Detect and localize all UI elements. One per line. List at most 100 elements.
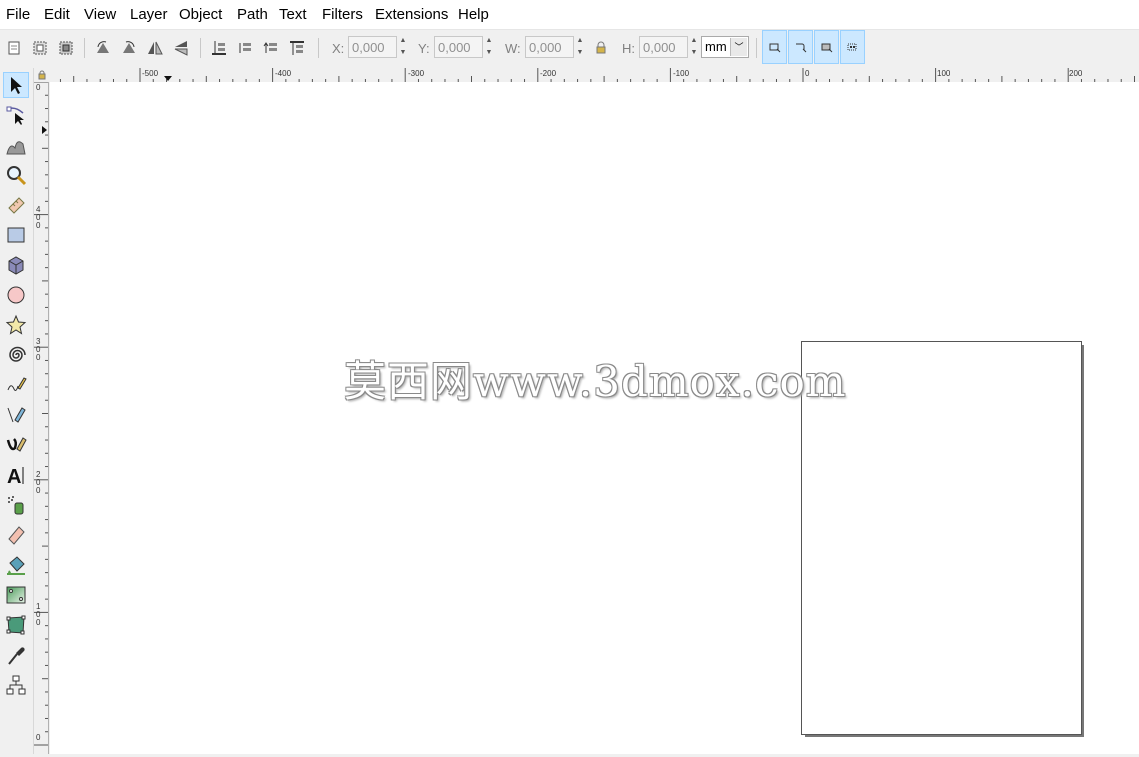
vertical-ruler[interactable]: 0 4 0 0 3 0 0 2 0 0 1 0 0 0: [34, 81, 49, 754]
y-label: Y:: [418, 41, 430, 56]
ruler-label: 0: [36, 733, 41, 742]
gradient-icon: [6, 586, 26, 604]
ellipse-tool[interactable]: [3, 282, 29, 308]
raise-to-top-icon[interactable]: [286, 37, 308, 59]
3d-box-tool[interactable]: [3, 252, 29, 278]
x-spinner[interactable]: ▲ ▼: [398, 36, 408, 58]
transform-gradients-toggle[interactable]: [814, 30, 839, 64]
lower-to-bottom-icon[interactable]: [208, 37, 230, 59]
y-field[interactable]: 0,000: [434, 36, 483, 58]
menu-edit[interactable]: Edit: [44, 6, 70, 23]
menu-file[interactable]: File: [6, 6, 30, 23]
ruler-label: 100: [937, 69, 951, 78]
w-field[interactable]: 0,000: [525, 36, 574, 58]
ruler-label: -300: [408, 69, 425, 78]
gradient-tool[interactable]: [3, 582, 29, 608]
menu-view[interactable]: View: [84, 6, 116, 23]
invert-selection-icon[interactable]: [55, 37, 77, 59]
calligraphy-icon: [6, 437, 27, 452]
ruler-corner-lock[interactable]: [34, 68, 50, 82]
zoom-tool[interactable]: [3, 162, 29, 188]
ruler-label: 4 0 0: [36, 205, 41, 230]
h-field[interactable]: 0,000: [639, 36, 688, 58]
menu-text[interactable]: Text: [279, 6, 307, 23]
scale-corners-toggle[interactable]: [788, 30, 813, 64]
w-label: W:: [505, 41, 521, 56]
lower-icon[interactable]: [234, 37, 256, 59]
connector-tool[interactable]: [3, 672, 29, 698]
spiral-tool[interactable]: [3, 342, 29, 368]
tool-controls-bar: X: 0,000 ▲ ▼ Y: 0,000 ▲ ▼ W: 0,000 ▲ ▼ H: 0…: [0, 29, 1139, 69]
ruler-label: 3 0 0: [36, 337, 41, 362]
3d-box-icon: [8, 256, 24, 275]
spray-tool[interactable]: [3, 492, 29, 518]
h-label: H:: [622, 41, 635, 56]
dropper-tool[interactable]: [3, 642, 29, 668]
dropper-icon: [8, 647, 25, 665]
menu-help[interactable]: Help: [458, 6, 489, 23]
eraser-icon: [8, 526, 25, 545]
spiral-icon: [9, 346, 26, 362]
node-editor-icon: [6, 106, 24, 125]
unit-select[interactable]: mm ﹀: [701, 36, 749, 58]
rectangle-icon: [7, 227, 25, 243]
w-spinner[interactable]: ▲ ▼: [575, 36, 585, 58]
measure-tool[interactable]: [3, 192, 29, 218]
x-label: X:: [332, 41, 345, 56]
star-tool[interactable]: [3, 312, 29, 338]
ruler-label: 0: [36, 83, 41, 92]
eraser-tool[interactable]: [3, 522, 29, 548]
ruler-label: 2 0 0: [36, 470, 41, 495]
selector-tool[interactable]: [3, 72, 29, 98]
menu-path[interactable]: Path: [237, 6, 268, 23]
tweak-tool[interactable]: [3, 132, 29, 158]
pen-tool[interactable]: [3, 402, 29, 428]
zoom-icon: [7, 166, 27, 186]
h-spinner[interactable]: ▲ ▼: [689, 36, 699, 58]
x-field[interactable]: 0,000: [348, 36, 397, 58]
calligraphy-tool[interactable]: [3, 432, 29, 458]
ruler-label: -100: [673, 69, 690, 78]
text-tool[interactable]: A: [3, 462, 29, 488]
pencil-icon: [7, 377, 27, 391]
scale-stroke-toggle[interactable]: [762, 30, 787, 64]
ellipse-icon: [7, 286, 25, 304]
ruler-label: -200: [540, 69, 557, 78]
connector-icon: [6, 675, 26, 695]
mesh-tool[interactable]: [3, 612, 29, 638]
flip-horizontal-icon[interactable]: [144, 37, 166, 59]
raise-icon[interactable]: [260, 37, 282, 59]
menu-object[interactable]: Object: [179, 6, 222, 23]
menu-extensions[interactable]: Extensions: [375, 6, 448, 23]
drawing-canvas[interactable]: 莫西网www.3dmox.com: [50, 82, 1139, 754]
rotate-ccw-icon[interactable]: [92, 37, 114, 59]
flip-vertical-icon[interactable]: [170, 37, 192, 59]
tweak-icon: [6, 141, 26, 155]
ruler-label: 1 0 0: [36, 602, 41, 627]
pen-icon: [7, 407, 26, 423]
rotate-cw-icon[interactable]: [118, 37, 140, 59]
rectangle-tool[interactable]: [3, 222, 29, 248]
ruler-label: 0: [805, 69, 810, 78]
menu-bar: File Edit View Layer Object Path Text Fi…: [0, 0, 1139, 29]
transform-patterns-toggle[interactable]: [840, 30, 865, 64]
ruler-label: -500: [142, 69, 159, 78]
mesh-icon: [6, 615, 26, 635]
unit-value: mm: [705, 39, 727, 54]
text-icon: A: [7, 466, 24, 486]
selector-arrow-icon: [11, 77, 22, 94]
select-all-icon[interactable]: [3, 37, 25, 59]
y-spinner[interactable]: ▲ ▼: [484, 36, 494, 58]
node-tool[interactable]: [3, 102, 29, 128]
paint-bucket-icon: [7, 556, 25, 575]
chevron-down-icon: ﹀: [730, 38, 747, 56]
select-all-layers-icon[interactable]: [29, 37, 51, 59]
horizontal-ruler[interactable]: -500 -400 -300 -200 -100 0 100 200: [50, 68, 1139, 83]
menu-layer[interactable]: Layer: [130, 6, 168, 23]
lock-icon: [38, 70, 46, 80]
pencil-tool[interactable]: [3, 372, 29, 398]
menu-filters[interactable]: Filters: [322, 6, 363, 23]
svg-text:A: A: [7, 466, 21, 486]
paint-bucket-tool[interactable]: [3, 552, 29, 578]
lock-icon[interactable]: [590, 37, 612, 59]
